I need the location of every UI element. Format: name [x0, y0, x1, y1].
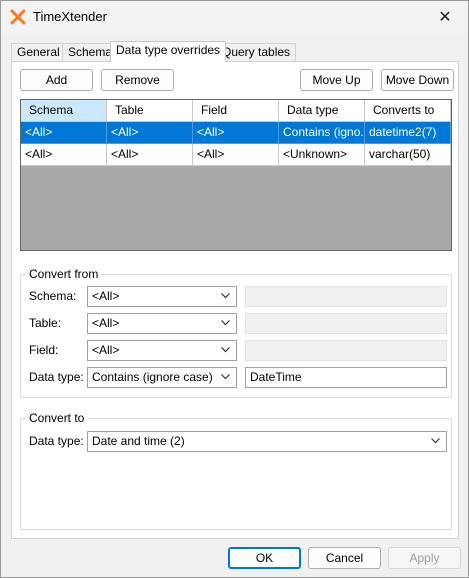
table-text-field: [245, 313, 447, 334]
dialog-window: TimeXtender ✕ General Schema Data type o…: [0, 0, 469, 578]
data-type-match-combobox[interactable]: Contains (ignore case): [87, 367, 237, 388]
cell-table: <All>: [107, 144, 193, 166]
table-label: Table:: [29, 316, 62, 330]
cell-data-type: Contains (igno...: [279, 122, 365, 144]
convert-to-data-type-combobox[interactable]: Date and time (2): [87, 431, 447, 452]
cell-field: <All>: [193, 122, 279, 144]
tab-panel-data-type-overrides: Add Remove Move Up Move Down Schema Tabl…: [11, 61, 459, 539]
cell-schema: <All>: [21, 122, 107, 144]
field-text-field: [245, 340, 447, 361]
cell-field: <All>: [193, 144, 279, 166]
schema-label: Schema:: [29, 289, 77, 303]
tab-data-type-overrides[interactable]: Data type overrides: [110, 41, 227, 62]
table-combobox-value: <All>: [92, 316, 120, 330]
table-row[interactable]: <All> <All> <All> <Unknown> varchar(50): [21, 144, 451, 166]
convert-from-group: Convert from Schema: <All> Table: <All> …: [20, 267, 452, 398]
convert-to-data-type-value: Date and time (2): [92, 434, 185, 448]
cell-schema: <All>: [21, 144, 107, 166]
chevron-down-icon: [221, 374, 230, 380]
convert-from-title: Convert from: [26, 267, 102, 281]
schema-combobox-value: <All>: [92, 289, 120, 303]
cell-table: <All>: [107, 122, 193, 144]
column-header-table[interactable]: Table: [107, 100, 193, 122]
tab-query-tables[interactable]: Query tables: [216, 43, 297, 61]
remove-button[interactable]: Remove: [101, 69, 174, 91]
field-combobox[interactable]: <All>: [87, 340, 237, 361]
move-up-button[interactable]: Move Up: [300, 69, 373, 91]
move-down-button[interactable]: Move Down: [381, 69, 454, 91]
cell-data-type: <Unknown>: [279, 144, 365, 166]
schema-text-field: [245, 286, 447, 307]
data-type-match-value: Contains (ignore case): [92, 370, 213, 384]
title-bar: TimeXtender ✕: [1, 1, 468, 33]
convert-to-data-type-label: Data type:: [29, 434, 84, 448]
data-type-pattern-input[interactable]: DateTime: [245, 367, 447, 388]
add-button[interactable]: Add: [20, 69, 93, 91]
table-row[interactable]: <All> <All> <All> Contains (igno... date…: [21, 122, 451, 144]
column-header-schema[interactable]: Schema: [21, 100, 107, 122]
data-type-label: Data type:: [29, 370, 84, 384]
timextender-logo-icon: [10, 9, 26, 25]
tab-general[interactable]: General: [11, 43, 66, 61]
field-label: Field:: [29, 343, 59, 357]
schema-combobox[interactable]: <All>: [87, 286, 237, 307]
field-combobox-value: <All>: [92, 343, 120, 357]
close-button[interactable]: ✕: [422, 1, 468, 33]
overrides-grid[interactable]: Schema Table Field Data type Converts to…: [20, 99, 452, 251]
cell-converts-to: datetime2(7): [365, 122, 451, 144]
cell-converts-to: varchar(50): [365, 144, 451, 166]
table-combobox[interactable]: <All>: [87, 313, 237, 334]
chevron-down-icon: [431, 438, 440, 444]
column-header-data-type[interactable]: Data type: [279, 100, 365, 122]
ok-button[interactable]: OK: [228, 547, 301, 569]
window-title: TimeXtender: [33, 9, 107, 24]
close-icon: ✕: [438, 9, 452, 26]
column-header-converts-to[interactable]: Converts to: [365, 100, 451, 122]
convert-to-title: Convert to: [26, 411, 88, 425]
convert-to-group: Convert to Data type: Date and time (2): [20, 411, 452, 530]
grid-header: Schema Table Field Data type Converts to: [21, 100, 451, 122]
column-header-field[interactable]: Field: [193, 100, 279, 122]
chevron-down-icon: [221, 293, 230, 299]
chevron-down-icon: [221, 347, 230, 353]
chevron-down-icon: [221, 320, 230, 326]
apply-button: Apply: [388, 547, 461, 569]
cancel-button[interactable]: Cancel: [308, 547, 381, 569]
